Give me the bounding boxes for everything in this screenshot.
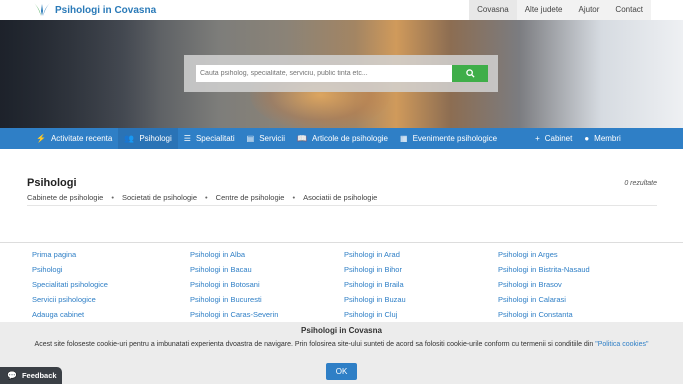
- subnav-cabinete[interactable]: Cabinete de psihologie: [27, 193, 103, 202]
- subnav-centre[interactable]: Centre de psihologie: [216, 193, 285, 202]
- nav-label: Servicii: [259, 134, 285, 143]
- footer-link[interactable]: Servicii psihologice: [32, 295, 108, 310]
- footer-link[interactable]: Psihologi in Alba: [190, 250, 278, 265]
- nav-evenimente[interactable]: ▦ Evenimente psihologice: [394, 128, 503, 149]
- top-nav: Covasna Alte judete Ajutor Contact: [469, 0, 651, 20]
- server-icon: ▤: [246, 134, 255, 143]
- footer-link[interactable]: Psihologi in Bistrita-Nasaud: [498, 265, 590, 280]
- feedback-button[interactable]: 💬 Feedback: [0, 367, 62, 384]
- top-nav-contact[interactable]: Contact: [607, 0, 651, 20]
- nav-label: Specialitati: [195, 134, 235, 143]
- footer-link[interactable]: Psihologi in Buzau: [344, 295, 406, 310]
- category-subnav: Cabinete de psihologie • Societati de ps…: [27, 193, 657, 202]
- top-nav-covasna[interactable]: Covasna: [469, 0, 517, 20]
- top-bar: Psihologi in Covasna Covasna Alte judete…: [0, 0, 683, 20]
- footer-column-2: Psihologi in Alba Psihologi in Bacau Psi…: [190, 250, 278, 325]
- nav-label: Membri: [594, 134, 621, 143]
- footer-link[interactable]: Psihologi in Botosani: [190, 280, 278, 295]
- footer-column-4: Psihologi in Arges Psihologi in Bistrita…: [498, 250, 590, 325]
- subnav-societati[interactable]: Societati de psihologie: [122, 193, 197, 202]
- footer-link[interactable]: Prima pagina: [32, 250, 108, 265]
- footer-link[interactable]: Psihologi in Braila: [344, 280, 406, 295]
- nav-label: Activitate recenta: [50, 134, 113, 143]
- search-icon: [465, 69, 475, 78]
- content-section: Psihologi 0 rezultate Cabinete de psihol…: [27, 177, 657, 202]
- nav-specialitati[interactable]: ☰ Specialitati: [178, 128, 241, 149]
- nav-label: Psihologi: [139, 134, 172, 143]
- book-icon: 📖: [296, 134, 307, 143]
- top-nav-alte-judete[interactable]: Alte judete: [516, 0, 571, 20]
- footer-link[interactable]: Psihologi in Bihor: [344, 265, 406, 280]
- footer-link[interactable]: Psihologi in Calarasi: [498, 295, 590, 310]
- nav-label: Articole de psihologie: [311, 134, 388, 143]
- search-input[interactable]: [196, 65, 452, 82]
- chat-icon: 💬: [7, 371, 17, 380]
- section-divider: [27, 205, 657, 206]
- nav-psihologi[interactable]: 👥 Psihologi: [118, 128, 178, 149]
- footer-link[interactable]: Specialitati psihologice: [32, 280, 108, 295]
- nav-articole[interactable]: 📖 Articole de psihologie: [291, 128, 394, 149]
- subnav-asociatii[interactable]: Asociatii de psihologie: [303, 193, 377, 202]
- nav-label: Evenimente psihologice: [412, 134, 498, 143]
- users-icon: 👥: [124, 134, 135, 143]
- hero-shade: [0, 20, 160, 128]
- top-nav-ajutor[interactable]: Ajutor: [570, 0, 608, 20]
- cookie-ok-button[interactable]: OK: [326, 363, 357, 380]
- nav-cabinet[interactable]: + Cabinet: [529, 128, 578, 149]
- site-logo[interactable]: Psihologi in Covasna: [32, 2, 156, 18]
- page-title: Psihologi: [27, 177, 77, 189]
- logo-text: Psihologi in Covasna: [55, 4, 157, 16]
- calendar-icon: ▦: [400, 134, 408, 143]
- subnav-separator: •: [205, 193, 208, 202]
- nav-activitate-recenta[interactable]: ⚡ Activitate recenta: [30, 128, 118, 149]
- cookie-text: Acest site foloseste cookie-uri pentru a…: [34, 341, 594, 348]
- feedback-label: Feedback: [21, 371, 57, 380]
- logo-icon: [34, 3, 50, 16]
- list-icon: ☰: [183, 134, 191, 143]
- cookie-title: Psihologi in Covasna: [301, 326, 382, 335]
- footer-link[interactable]: Psihologi in Bucuresti: [190, 295, 278, 310]
- nav-membri[interactable]: ● Membri: [578, 128, 627, 149]
- footer-link[interactable]: Psihologi in Arges: [498, 250, 590, 265]
- search-button[interactable]: [452, 65, 488, 82]
- subnav-separator: •: [111, 193, 114, 202]
- cookie-policy-link[interactable]: "Politica cookies": [595, 341, 648, 348]
- user-icon: ●: [584, 134, 590, 143]
- cookie-banner: Psihologi in Covasna Acest site folosest…: [0, 322, 683, 384]
- footer-link[interactable]: Psihologi in Arad: [344, 250, 406, 265]
- cookie-message: Acest site foloseste cookie-uri pentru a…: [8, 339, 675, 351]
- nav-label: Cabinet: [544, 134, 573, 143]
- footer-link[interactable]: Psihologi in Bacau: [190, 265, 278, 280]
- footer-column-1: Prima pagina Psihologi Specialitati psih…: [32, 250, 108, 325]
- nav-servicii[interactable]: ▤ Servicii: [241, 128, 291, 149]
- footer-links: Prima pagina Psihologi Specialitati psih…: [0, 243, 683, 323]
- bolt-icon: ⚡: [36, 134, 46, 143]
- main-nav: ⚡ Activitate recenta 👥 Psihologi ☰ Speci…: [0, 128, 683, 149]
- footer-link[interactable]: Psihologi in Brasov: [498, 280, 590, 295]
- footer-column-3: Psihologi in Arad Psihologi in Bihor Psi…: [344, 250, 406, 325]
- plus-icon: +: [535, 134, 540, 143]
- results-count: 0 rezultate: [624, 180, 657, 187]
- footer-link[interactable]: Psihologi: [32, 265, 108, 280]
- subnav-separator: •: [292, 193, 296, 202]
